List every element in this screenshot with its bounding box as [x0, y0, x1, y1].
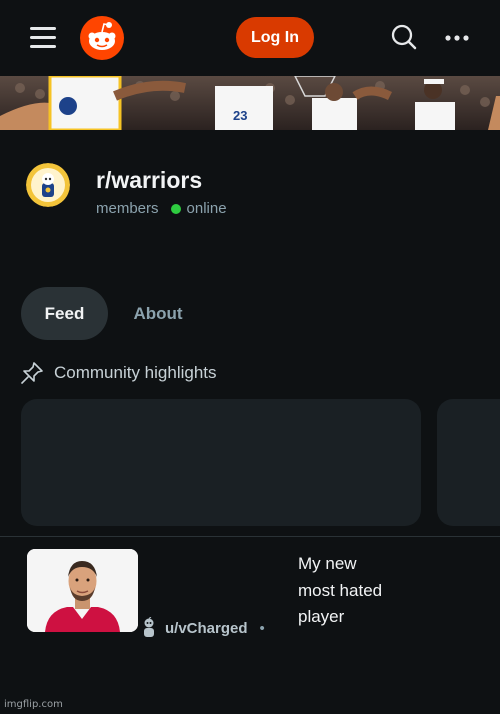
login-button[interactable]: Log In	[236, 17, 314, 58]
community-stats: members online	[96, 200, 227, 217]
community-banner-image: 23	[0, 76, 500, 130]
tab-feed[interactable]: Feed	[21, 287, 108, 340]
post-author-row: u/vCharged •	[140, 617, 265, 639]
highlights-title: Community highlights	[54, 363, 217, 382]
community-highlights-header: Community highlights	[20, 360, 217, 386]
more-options-icon[interactable]	[444, 31, 470, 43]
members-label: members	[96, 200, 159, 217]
user-avatar-icon	[144, 617, 154, 637]
tab-about[interactable]: About	[118, 287, 198, 340]
community-name[interactable]: r/warriors	[96, 167, 202, 194]
hamburger-icon[interactable]	[30, 27, 56, 48]
highlight-card[interactable]	[437, 399, 500, 526]
search-icon[interactable]	[390, 23, 418, 51]
online-label: online	[186, 200, 227, 217]
feed-post[interactable]: u/vCharged • My new most hated player	[0, 537, 500, 714]
svg-text:23: 23	[233, 108, 247, 123]
separator-dot: •	[259, 619, 265, 637]
reddit-logo[interactable]	[80, 16, 124, 60]
online-status-dot	[170, 203, 181, 214]
reddit-snoo-icon	[88, 22, 116, 50]
highlight-card[interactable]	[21, 399, 421, 526]
watermark: imgflip.com	[4, 699, 63, 710]
post-title[interactable]: My new most hated player	[298, 551, 388, 631]
community-avatar[interactable]	[26, 163, 70, 207]
post-username[interactable]: u/vCharged	[165, 620, 248, 637]
pin-icon	[21, 362, 43, 384]
top-nav-bar: Log In	[0, 0, 500, 76]
post-thumbnail-image[interactable]	[27, 549, 138, 632]
